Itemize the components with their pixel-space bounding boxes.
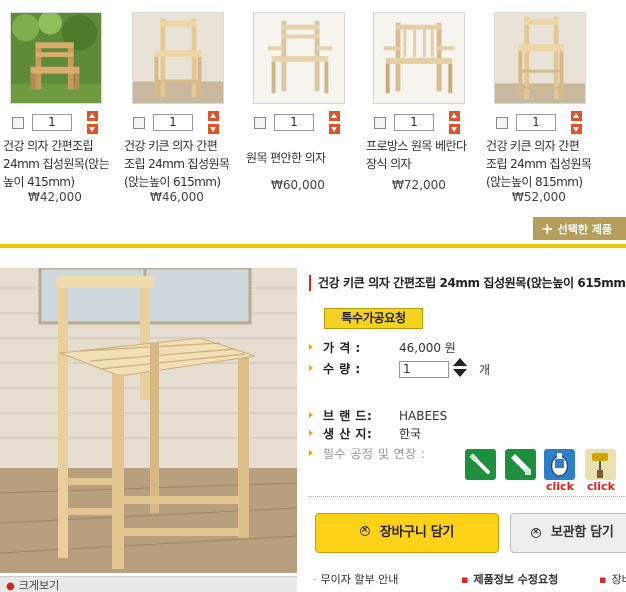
- installment-label: 무이자 할부 안내: [320, 573, 399, 586]
- special-processing-button[interactable]: 특수가공요청: [324, 308, 423, 329]
- edit-info-label: 제품정보 수정요청: [473, 573, 559, 586]
- decrease-arrow-icon[interactable]: [571, 124, 582, 134]
- product-controls: 1: [133, 110, 233, 136]
- product-name[interactable]: 건강 의자 간편조립 24mm 집성원목(앉는 높이 415mm): [3, 137, 115, 191]
- product-name[interactable]: 건강 키큰 의자 간편 조립 24mm 집성원목 (앉는높이 615mm): [124, 137, 236, 191]
- decrease-arrow-icon[interactable]: [329, 124, 340, 134]
- product-checkbox[interactable]: [254, 117, 266, 129]
- quantity-stepper[interactable]: [329, 111, 340, 135]
- increase-arrow-icon[interactable]: [571, 111, 582, 121]
- decrease-arrow-icon[interactable]: [87, 124, 98, 134]
- close-circle-icon: [531, 524, 541, 540]
- quantity-stepper[interactable]: [449, 111, 460, 135]
- product-checkbox[interactable]: [133, 117, 145, 129]
- product-checkbox[interactable]: [12, 117, 24, 129]
- decrease-arrow-icon[interactable]: [449, 124, 460, 134]
- paint-roller-icon[interactable]: [585, 449, 616, 480]
- decrease-arrow-icon[interactable]: [453, 369, 467, 377]
- click-link-paint[interactable]: click: [587, 480, 615, 493]
- increase-arrow-icon[interactable]: [87, 111, 98, 121]
- product-name[interactable]: 원목 편안한 의자: [246, 149, 358, 167]
- add-to-cart-button[interactable]: 장바구니 담기: [315, 513, 499, 553]
- product-detail-panel: 건강 키큰 의자 간편조립 24mm 집성원목(앉는높이 615mm) 특수가공…: [309, 268, 626, 592]
- click-link-glue[interactable]: click: [546, 480, 574, 493]
- brand-value: HABEES: [399, 409, 448, 423]
- section-divider: [0, 244, 626, 248]
- product-controls: 1: [374, 110, 474, 136]
- product-price: ₩60,000: [271, 178, 325, 192]
- quantity-label: 수 량 :: [323, 362, 361, 376]
- product-name[interactable]: 건강 키큰 의자 간편 조립 24mm 집성원목 (앉는높이 815mm): [486, 137, 598, 191]
- saw-icon[interactable]: [505, 449, 536, 480]
- arrow-bullet-icon: [309, 365, 313, 371]
- price-value: 46,000 원: [399, 341, 456, 355]
- quantity-stepper[interactable]: [571, 111, 582, 135]
- product-checkbox[interactable]: [496, 117, 508, 129]
- product-thumbnail[interactable]: [10, 12, 102, 104]
- increase-arrow-icon[interactable]: [208, 111, 219, 121]
- zoom-link[interactable]: ● 크게보기: [0, 576, 297, 592]
- product-checkbox[interactable]: [374, 117, 386, 129]
- origin-label: 생 산 지:: [323, 427, 373, 441]
- screwdriver-icon[interactable]: [465, 449, 496, 480]
- third-link[interactable]: ▪장바: [599, 571, 626, 587]
- product-controls: 1: [12, 110, 112, 136]
- close-circle-icon: [359, 522, 370, 538]
- increase-arrow-icon[interactable]: [453, 358, 467, 366]
- product-thumbnail[interactable]: [253, 12, 345, 104]
- arrow-bullet-icon: [309, 344, 313, 350]
- product-price: ₩42,000: [28, 190, 82, 204]
- arrow-bullet-icon: [309, 430, 313, 436]
- installment-link[interactable]: · 무이자 할부 안내: [313, 571, 398, 587]
- increase-arrow-icon[interactable]: [449, 111, 460, 121]
- arrow-bullet-icon: [309, 412, 313, 418]
- dotted-divider: [309, 496, 626, 497]
- origin-value: 한국: [399, 427, 422, 441]
- product-name[interactable]: 프로방스 원목 베란다 장식 의자: [366, 137, 478, 173]
- brand-label: 브 랜 드:: [323, 409, 373, 423]
- quantity-stepper[interactable]: [208, 111, 219, 135]
- quantity-unit: 개: [479, 363, 491, 377]
- product-thumbnail[interactable]: [373, 12, 465, 104]
- plus-icon: +: [541, 220, 554, 238]
- price-label: 가 격 :: [323, 341, 361, 355]
- add-to-cart-label: 장바구니 담기: [379, 525, 455, 540]
- zoom-label: 크게보기: [18, 579, 60, 592]
- product-price: ₩52,000: [512, 190, 566, 204]
- quantity-input[interactable]: 1: [153, 114, 193, 131]
- main-product-image[interactable]: [0, 268, 297, 573]
- product-controls: 1: [496, 110, 596, 136]
- quantity-input[interactable]: 1: [394, 114, 434, 131]
- decrease-arrow-icon[interactable]: [208, 124, 219, 134]
- product-controls: 1: [254, 110, 354, 136]
- product-price: ₩46,000: [150, 190, 204, 204]
- related-products: 1 건강 의자 간편조립 24mm 집성원목(앉는 높이 415mm) ₩42,…: [0, 0, 626, 215]
- quantity-input[interactable]: 1: [516, 114, 556, 131]
- arrow-bullet-icon: [309, 450, 313, 456]
- quantity-input[interactable]: 1: [274, 114, 314, 131]
- add-selected-label: 선택한 제품: [557, 223, 613, 236]
- quantity-input[interactable]: 1: [399, 361, 449, 378]
- glue-icon[interactable]: [544, 449, 575, 480]
- add-to-wishlist-label: 보관함 담기: [551, 525, 614, 540]
- edit-info-link[interactable]: ▪ 제품정보 수정요청: [461, 571, 558, 587]
- add-selected-button[interactable]: + 선택한 제품: [533, 217, 626, 240]
- bullet-icon: ●: [6, 581, 15, 592]
- increase-arrow-icon[interactable]: [329, 111, 340, 121]
- quantity-stepper[interactable]: [87, 111, 98, 135]
- product-thumbnail[interactable]: [132, 12, 224, 104]
- add-to-wishlist-button[interactable]: 보관함 담기: [510, 513, 626, 553]
- tools-label: 필수 공정 및 연장 :: [323, 447, 426, 461]
- third-link-label: 장바: [611, 573, 626, 586]
- quantity-stepper[interactable]: [453, 358, 467, 378]
- quantity-input[interactable]: 1: [32, 114, 72, 131]
- product-title: 건강 키큰 의자 간편조립 24mm 집성원목(앉는높이 615mm): [309, 275, 626, 291]
- product-thumbnail[interactable]: [494, 12, 586, 104]
